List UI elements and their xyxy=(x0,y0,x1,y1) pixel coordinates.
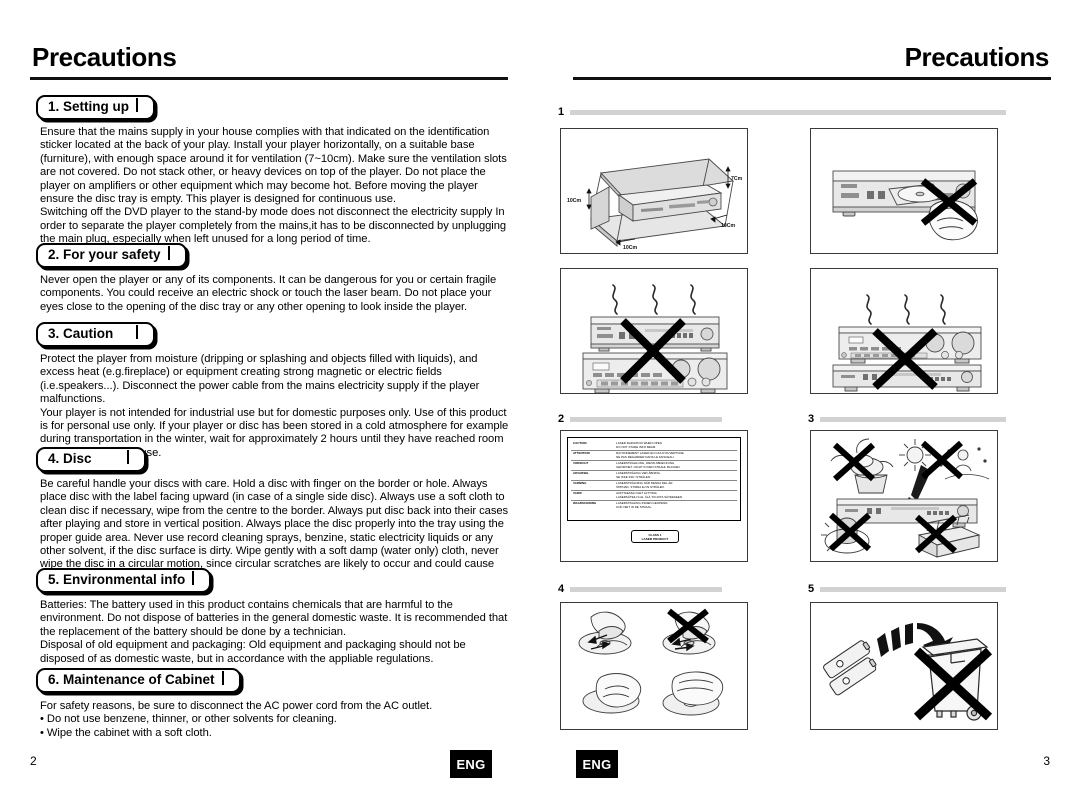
pill-notch xyxy=(136,325,147,339)
figure-group-marker-4: 4 xyxy=(558,583,758,595)
figure-disc-cleaning-and-handling xyxy=(560,602,748,730)
paragraph: Disposal of old equipment and packaging:… xyxy=(40,639,466,665)
laser-language: ADVARSEL xyxy=(571,470,615,481)
figure-laser-warning-label: CAUTION LASER RADIATION WHEN OPEN DO NOT… xyxy=(560,430,748,562)
svg-text:10Cm: 10Cm xyxy=(721,223,736,229)
page-left: Precautions 1. Setting up Ensure that th… xyxy=(0,0,540,790)
figure-group-bar xyxy=(570,586,723,592)
section-pill-label: 5. Environmental info xyxy=(36,568,212,593)
section-heading-environmental-info: 5. Environmental info xyxy=(36,568,212,593)
figure-group-marker-2: 2 xyxy=(558,413,758,425)
laser-warning-table: CAUTION LASER RADIATION WHEN OPEN DO NOT… xyxy=(571,441,737,510)
page-header-left: Precautions xyxy=(30,42,508,80)
page-header-right: Precautions xyxy=(573,42,1051,80)
language-badge-left: ENG xyxy=(450,750,492,778)
svg-text:10Cm: 10Cm xyxy=(623,245,638,251)
table-row: WAARSCHWING LASERSTRALING INDIEN GEOPEND… xyxy=(571,501,737,511)
table-row: VORSICHT LASERSTRAHLUNG, WENN ABDECKUNG … xyxy=(571,460,737,471)
page-number-left: 2 xyxy=(30,754,37,768)
laser-language: VARNING xyxy=(571,480,615,491)
laser-message: LASERSTRÅLNING NÄR DENNA DEL ÄR ÖPPNAD. … xyxy=(614,480,737,491)
section-heading-setting-up: 1. Setting up xyxy=(36,95,155,120)
figure-do-not-stack-amplifier-on-player xyxy=(810,268,998,394)
paragraph: For safety reasons, be sure to disconnec… xyxy=(40,700,433,712)
laser-language: ATTENTION xyxy=(571,450,615,461)
page-right: Precautions 1 10Cm 7Cm 10Cm 10Cm 2 3 CAU… xyxy=(540,0,1080,790)
pill-notch xyxy=(136,98,147,112)
language-badge-right: ENG xyxy=(576,750,618,778)
paragraph: • Do not use benzene, thinner, or other … xyxy=(40,713,337,726)
paragraph: Batteries: The battery used in this prod… xyxy=(40,599,508,638)
section-body-caution: Protect the player from moisture (drippi… xyxy=(40,353,510,460)
section-body-environmental-info: Batteries: The battery used in this prod… xyxy=(40,599,510,666)
paragraph: Ensure that the mains supply in your hou… xyxy=(40,126,507,206)
figure-avoid-water-heat-magnetism xyxy=(810,430,998,562)
section-heading-for-your-safety: 2. For your safety xyxy=(36,243,187,268)
pill-notch xyxy=(167,246,179,260)
laser-message: LASER RADIATION WHEN OPEN DO NOT STARE I… xyxy=(614,441,737,451)
header-rule xyxy=(30,77,508,80)
page-title: Precautions xyxy=(904,42,1050,72)
section-body-for-your-safety: Never open the player or any of its comp… xyxy=(40,274,510,314)
section-pill-label: 6. Maintenance of Cabinet xyxy=(36,668,241,693)
laser-message: LASERSTRAHLUNG, WENN ABDECKUNG GEÖFFNET.… xyxy=(614,460,737,471)
page-title: Precautions xyxy=(32,42,177,72)
laser-message: LASERSTRALING INDIEN GEOPEND. KIJK NIET … xyxy=(616,501,669,509)
section-heading-maintenance-of-cabinet: 6. Maintenance of Cabinet xyxy=(36,668,241,693)
paragraph: Protect the player from moisture (drippi… xyxy=(40,353,480,406)
table-row: ATTENTION RAYONNEMENT LASER EN CAS D'OUV… xyxy=(571,450,737,461)
paragraph: • Wipe the cabinet with a soft cloth. xyxy=(40,726,212,739)
figure-group-number: 4 xyxy=(558,583,565,595)
section-body-maintenance-of-cabinet: For safety reasons, be sure to disconnec… xyxy=(40,700,510,740)
table-row: CAUTION LASER RADIATION WHEN OPEN DO NOT… xyxy=(571,441,737,451)
figure-group-bar xyxy=(570,109,1007,115)
page-number-right: 3 xyxy=(1043,754,1050,768)
section-heading-caution: 3. Caution xyxy=(36,322,156,347)
figure-group-number: 2 xyxy=(558,413,565,425)
figure-group-bar xyxy=(820,586,1007,592)
figure-group-marker-1: 1 xyxy=(558,106,1010,118)
laser-language: VORSICHT xyxy=(571,460,615,471)
paragraph: Switching off the DVD player to the stan… xyxy=(40,206,507,246)
pill-notch xyxy=(126,450,138,464)
table-row: VARNING LASERSTRÅLNING NÄR DENNA DEL ÄR … xyxy=(571,480,737,491)
table-row: VARO! AVATTAESSA OLET ALTTIINA LASERSÄTE… xyxy=(571,490,737,501)
figure-battery-disposal-prohibited xyxy=(810,602,998,730)
figure-ventilation-clearance: 10Cm 7Cm 10Cm 10Cm xyxy=(560,128,748,254)
laser-language: WAARSCHWING xyxy=(573,501,597,506)
laser-message: RAYONNEMENT LASER EN CAS D'OUVERTURE. NE… xyxy=(614,450,737,461)
table-row: ADVARSEL LASERSTRÅLING VED ÅBNING. SE IK… xyxy=(571,470,737,481)
figure-group-marker-5: 5 xyxy=(808,583,1008,595)
section-body-setting-up: Ensure that the mains supply in your hou… xyxy=(40,126,510,247)
paragraph: Never open the player or any of its comp… xyxy=(40,274,497,313)
laser-message: AVATTAESSA OLET ALTTIINA LASERSÄTEILYLLE… xyxy=(614,490,737,501)
laser-language: VARO! xyxy=(571,490,615,501)
figure-do-not-stack-player-on-amplifier xyxy=(560,268,748,394)
laser-label-plate: CAUTION LASER RADIATION WHEN OPEN DO NOT… xyxy=(567,437,741,521)
section-pill-label: 2. For your safety xyxy=(36,243,187,268)
figure-do-not-touch-disc-tray xyxy=(810,128,998,254)
svg-text:10Cm: 10Cm xyxy=(567,198,582,204)
svg-text:7Cm: 7Cm xyxy=(731,176,743,182)
section-heading-disc: 4. Disc xyxy=(36,447,146,472)
figure-group-bar xyxy=(570,416,723,422)
laser-class-mark: CLASS 1 LASER PRODUCT xyxy=(631,530,679,543)
pill-notch xyxy=(192,571,203,585)
figure-group-number: 5 xyxy=(808,583,815,595)
figure-group-number: 1 xyxy=(558,106,565,118)
laser-language: CAUTION xyxy=(571,441,615,451)
figure-group-bar xyxy=(820,416,1007,422)
laser-message: LASERSTRÅLING VED ÅBNING. SE IKKE IND I … xyxy=(614,470,737,481)
document-spread: Precautions 1. Setting up Ensure that th… xyxy=(0,0,1080,790)
figure-group-marker-3: 3 xyxy=(808,413,1008,425)
header-rule xyxy=(573,77,1051,80)
figure-group-number: 3 xyxy=(808,413,815,425)
pill-notch xyxy=(221,671,233,685)
